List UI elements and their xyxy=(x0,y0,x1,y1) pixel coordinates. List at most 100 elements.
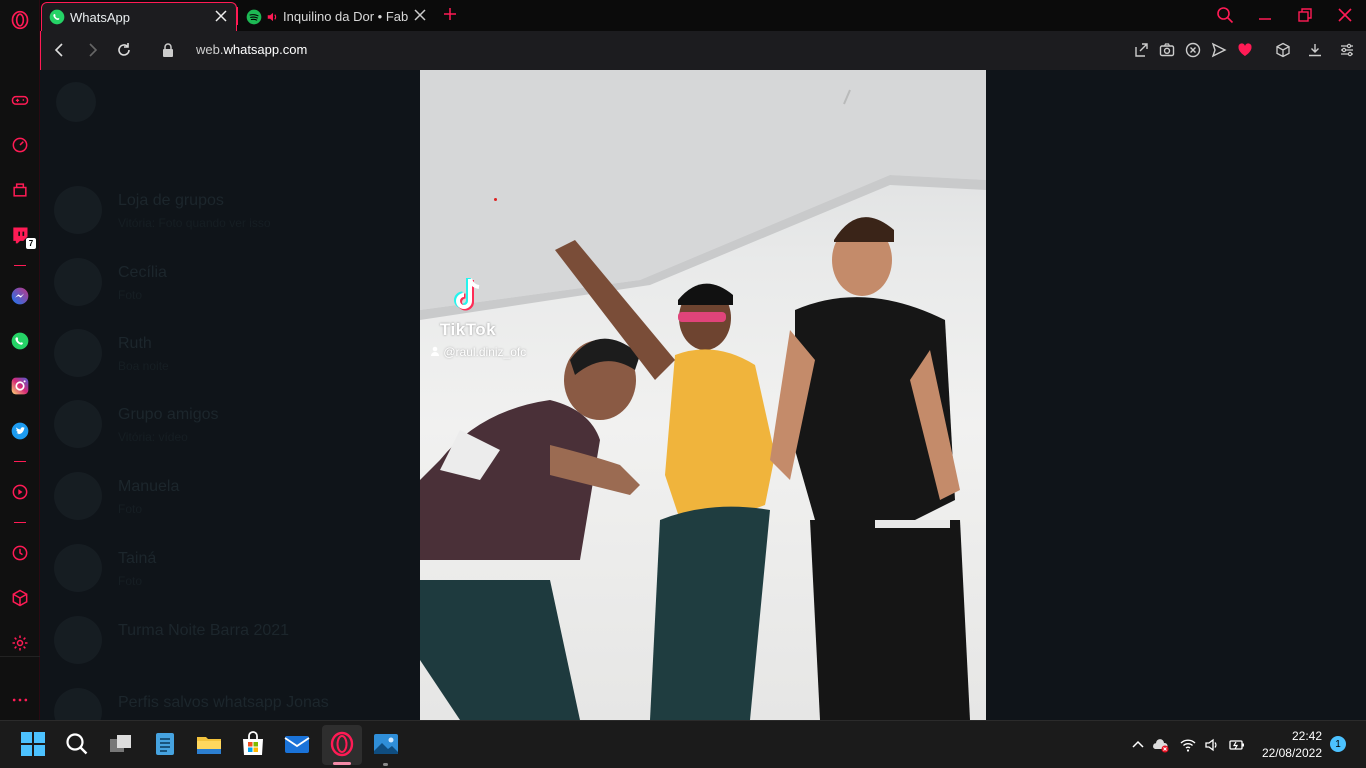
reload-icon[interactable] xyxy=(115,41,133,59)
chat-list-item[interactable]: Ruth Boa noite xyxy=(54,323,414,383)
back-arrow-icon[interactable] xyxy=(51,41,69,59)
tab-spotify[interactable]: Inquilino da Dor • Fabio xyxy=(239,2,435,31)
tiktok-brand-text: TikTok xyxy=(439,320,497,339)
minimize-icon[interactable] xyxy=(1256,6,1274,24)
easy-setup-icon[interactable] xyxy=(1339,42,1355,58)
lock-icon[interactable] xyxy=(161,42,175,58)
taskbar: 22:42 22/08/2022 1 xyxy=(0,720,1366,768)
chat-name: Loja de grupos xyxy=(118,192,224,209)
photos-icon[interactable] xyxy=(373,731,399,757)
gamepad-icon[interactable] xyxy=(8,88,32,112)
clock-date: 22/08/2022 xyxy=(1261,746,1322,760)
gx-control-icon[interactable] xyxy=(8,178,32,202)
whatsapp-icon[interactable] xyxy=(8,329,32,353)
heart-icon[interactable] xyxy=(1237,42,1253,58)
avatar xyxy=(54,258,102,306)
share-icon[interactable] xyxy=(1133,42,1149,58)
chat-name: Ruth xyxy=(118,335,152,352)
sidebar-divider xyxy=(14,265,26,266)
chat-name: Perfis salvos whatsapp Jonas xyxy=(118,694,329,711)
whatsapp-icon xyxy=(49,9,65,25)
taskbar-running-indicator xyxy=(383,763,388,766)
windows-start-icon[interactable] xyxy=(20,731,46,757)
avatar xyxy=(54,329,102,377)
messenger-icon[interactable] xyxy=(8,284,32,308)
chat-list-item[interactable]: Manuela Foto xyxy=(54,466,414,526)
close-tab-icon[interactable] xyxy=(214,9,228,23)
task-view-icon[interactable] xyxy=(108,731,134,757)
twitch-badge: 7 xyxy=(26,238,36,249)
tab-whatsapp[interactable]: WhatsApp xyxy=(41,2,237,31)
battery-charging-icon[interactable] xyxy=(1229,737,1245,753)
chevron-up-icon[interactable] xyxy=(1130,737,1146,753)
snapshot-camera-icon[interactable] xyxy=(1159,42,1175,58)
chat-name: Manuela xyxy=(118,478,180,495)
notification-badge[interactable]: 1 xyxy=(1330,736,1346,752)
sidebar-divider xyxy=(14,522,26,523)
audio-playing-icon[interactable] xyxy=(266,10,280,24)
forward-arrow-icon[interactable] xyxy=(83,41,101,59)
extensions-cube-icon[interactable] xyxy=(1275,42,1291,58)
chat-list-item[interactable]: Cecília Foto xyxy=(54,252,414,312)
user-icon xyxy=(431,346,439,356)
new-tab-plus-icon[interactable] xyxy=(443,7,457,21)
chat-list-item[interactable]: Perfis salvos whatsapp Jonas xyxy=(54,682,414,720)
chat-name: Grupo amigos xyxy=(118,406,219,423)
download-icon[interactable] xyxy=(1307,42,1323,58)
taskbar-active-indicator xyxy=(333,762,351,765)
ad-blocker-icon[interactable] xyxy=(1185,42,1201,58)
close-window-icon[interactable] xyxy=(1336,6,1354,24)
clock-time: 22:42 xyxy=(1291,729,1322,743)
twitter-icon[interactable] xyxy=(8,419,32,443)
chat-preview: Vitória: vídeo xyxy=(118,430,188,444)
mail-icon[interactable] xyxy=(284,731,310,757)
more-dots-icon[interactable] xyxy=(8,688,32,712)
notepad-icon[interactable] xyxy=(152,731,178,757)
microsoft-store-icon[interactable] xyxy=(240,731,266,757)
onedrive-error-icon[interactable] xyxy=(1153,737,1169,753)
tiktok-watermark: TikTok xyxy=(428,275,508,340)
restore-icon[interactable] xyxy=(1296,6,1314,24)
settings-gear-icon[interactable] xyxy=(8,631,32,655)
volume-icon[interactable] xyxy=(1204,737,1220,753)
avatar xyxy=(54,472,102,520)
system-clock[interactable]: 22:42 22/08/2022 xyxy=(1262,728,1322,762)
avatar[interactable] xyxy=(56,82,96,122)
chat-name: Turma Noite Barra 2021 xyxy=(118,622,290,639)
sidebar-divider xyxy=(14,461,26,462)
chat-preview: Foto xyxy=(118,502,143,516)
close-tab-icon[interactable] xyxy=(413,8,427,22)
history-icon[interactable] xyxy=(8,541,32,565)
chat-list-item[interactable]: Turma Noite Barra 2021 xyxy=(54,610,414,670)
chat-preview: Vitória: Foto quando ver isso xyxy=(118,216,271,230)
chat-name: Cecília xyxy=(118,264,167,281)
search-tabs-icon[interactable] xyxy=(1216,6,1234,24)
chat-list-item[interactable]: Grupo amigos Vitória: vídeo xyxy=(54,394,414,454)
avatar xyxy=(54,400,102,448)
tiktok-username: @raul.diniz_ofc xyxy=(430,345,526,359)
video-player[interactable]: TikTok @raul.diniz_ofc xyxy=(420,70,986,720)
send-icon[interactable] xyxy=(1211,42,1227,58)
avatar xyxy=(54,186,102,234)
avatar xyxy=(54,544,102,592)
wifi-icon[interactable] xyxy=(1180,737,1196,753)
player-icon[interactable] xyxy=(8,480,32,504)
whatsapp-page: Loja de grupos Vitória: Foto quando ver … xyxy=(40,70,1366,720)
chat-name: Tainá xyxy=(118,550,157,567)
url-prefix: web. xyxy=(196,42,224,57)
tab-divider xyxy=(237,7,238,25)
file-explorer-icon[interactable] xyxy=(196,731,222,757)
speed-dial-icon[interactable] xyxy=(8,133,32,157)
tiktok-icon xyxy=(454,278,480,311)
chat-list-item[interactable]: Tainá Foto xyxy=(54,538,414,598)
search-icon[interactable] xyxy=(64,731,90,757)
chat-list-item[interactable]: Loja de grupos Vitória: Foto quando ver … xyxy=(54,180,414,240)
chat-preview: Foto xyxy=(118,288,143,302)
opera-gx-icon[interactable] xyxy=(329,731,355,757)
url-field[interactable]: web.whatsapp.com xyxy=(196,42,307,57)
opera-menu-icon[interactable] xyxy=(8,8,32,32)
tab-title: Inquilino da Dor • Fabio xyxy=(283,9,408,24)
avatar xyxy=(54,688,102,720)
instagram-icon[interactable] xyxy=(8,374,32,398)
extensions-cube-icon[interactable] xyxy=(8,586,32,610)
